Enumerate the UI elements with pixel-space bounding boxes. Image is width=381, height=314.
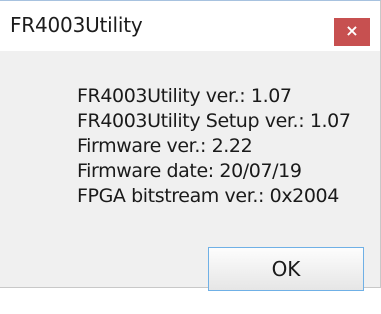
ok-button[interactable]: OK [208,247,364,291]
window-title: FR4003Utility [10,13,143,37]
firmware-date: Firmware date: 20/07/19 [77,160,302,182]
about-dialog: FR4003Utility × FR4003Utility ver.: 1.07… [0,0,381,288]
close-button[interactable]: × [334,18,370,46]
background-strip [0,294,381,314]
title-bar: FR4003Utility × [0,1,380,51]
setup-version: FR4003Utility Setup ver.: 1.07 [77,110,351,132]
version-info: FR4003Utility ver.: 1.07 FR4003Utility S… [77,84,351,209]
firmware-version: Firmware ver.: 2.22 [77,135,253,157]
fpga-bitstream-version: FPGA bitstream ver.: 0x2004 [77,185,339,207]
close-icon: × [345,21,359,40]
utility-version: FR4003Utility ver.: 1.07 [77,85,292,107]
